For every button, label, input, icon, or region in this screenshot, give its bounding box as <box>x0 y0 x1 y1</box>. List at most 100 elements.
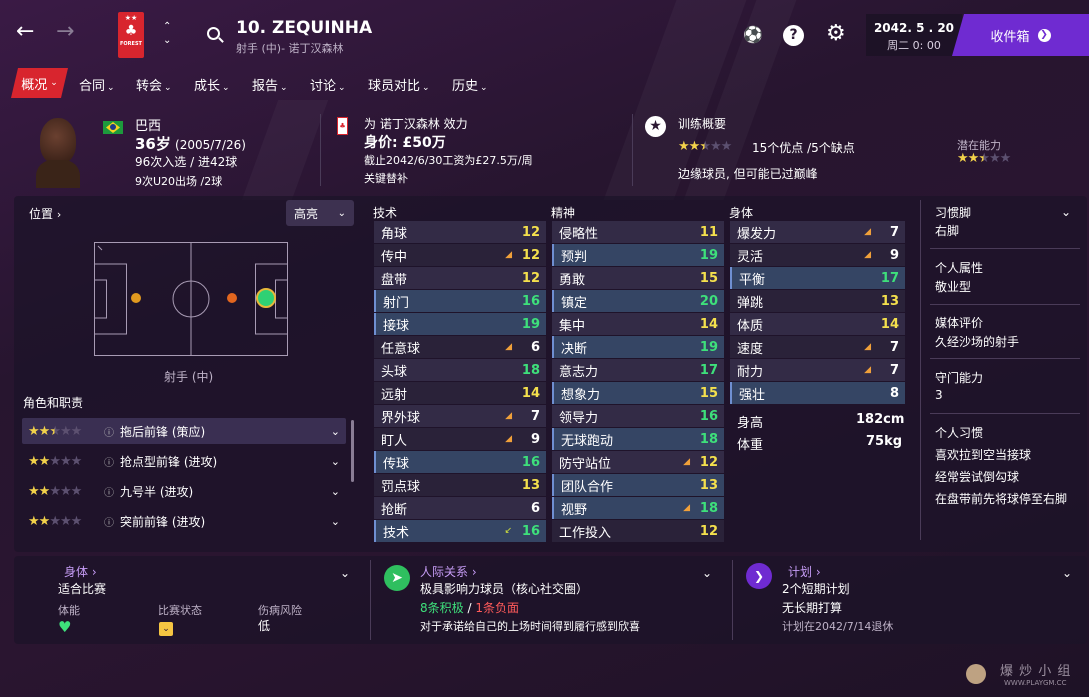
arrow-down-icon: ◢ <box>505 411 512 421</box>
roles-scrollbar[interactable] <box>351 420 354 482</box>
attribute-row[interactable]: 抢断 6 <box>374 497 546 519</box>
attribute-row[interactable]: 预判 19 <box>552 244 724 266</box>
attribute-row[interactable]: 视野 ◢ 18 <box>552 497 724 519</box>
role-stars: ★★★★★ <box>28 483 82 499</box>
divider <box>320 114 321 186</box>
attribute-row[interactable]: 头球 18 <box>374 359 546 381</box>
highlight-dropdown[interactable]: 高亮 ⌄ <box>286 200 354 226</box>
physical-title: 身体 <box>729 206 754 220</box>
attribute-row[interactable]: 灵活 ◢ 9 <box>730 244 905 266</box>
tab-overview[interactable]: 概况 ⌄ <box>11 68 68 98</box>
chevron-down-icon[interactable]: ⌄ <box>331 515 340 528</box>
player-switch-up-icon[interactable]: ⌃ <box>163 22 171 32</box>
role-item[interactable]: ★★★★★ ⓘ 九号半 (进攻) ⌄ <box>22 478 346 504</box>
position-label: 射手 (中) <box>164 370 214 384</box>
attribute-row[interactable]: 防守站位 ◢ 12 <box>552 451 724 473</box>
chevron-down-icon[interactable]: ⌄ <box>331 485 340 498</box>
club-mini-badge: ♣ <box>337 117 348 135</box>
attribute-name: 盯人 <box>381 433 408 449</box>
info-icon[interactable]: ⓘ <box>104 514 114 529</box>
body-value: 适合比赛 <box>58 582 107 596</box>
tab-reports[interactable]: 报告 ⌄ <box>252 75 288 94</box>
attribute-value: 17 <box>880 270 899 286</box>
attribute-row[interactable]: 罚点球 13 <box>374 474 546 496</box>
arrow-down-icon: ◢ <box>864 342 871 352</box>
date-box[interactable]: 2042. 5 . 20 周二 0: 00 <box>866 14 962 56</box>
chevron-down-icon[interactable]: ⌄ <box>331 425 340 438</box>
social-title[interactable]: 人际关系 › <box>420 563 477 580</box>
role-item[interactable]: ★★★★★ ⓘ 拖后前锋 (策应) ⌄ <box>22 418 346 444</box>
attribute-row[interactable]: 远射 14 <box>374 382 546 404</box>
settings-gear-icon[interactable]: ⚙ <box>826 22 846 46</box>
attribute-row[interactable]: 界外球 ◢ 7 <box>374 405 546 427</box>
trophy-icon[interactable]: ⚽ <box>743 25 763 44</box>
attribute-row[interactable]: 无球跑动 18 <box>552 428 724 450</box>
attribute-row[interactable]: 盘带 12 <box>374 267 546 289</box>
attribute-value: 7 <box>530 408 540 424</box>
attribute-row[interactable]: 勇敢 15 <box>552 267 724 289</box>
inbox-button[interactable]: 收件箱 ❯ <box>952 14 1089 56</box>
tab-transfer[interactable]: 转会 ⌄ <box>136 75 172 94</box>
tab-discuss[interactable]: 讨论 ⌄ <box>310 75 346 94</box>
position-title[interactable]: 位置 › <box>29 205 61 222</box>
attribute-row[interactable]: 平衡 17 <box>730 267 905 289</box>
info-icon[interactable]: ⓘ <box>104 454 114 469</box>
back-arrow-icon[interactable]: ← <box>16 21 34 43</box>
foot-title: 习惯脚 <box>935 206 972 220</box>
plan-title[interactable]: 计划 › <box>788 563 821 580</box>
attribute-row[interactable]: 团队合作 13 <box>552 474 724 496</box>
attribute-value: 9 <box>530 431 540 447</box>
attribute-row[interactable]: 任意球 ◢ 6 <box>374 336 546 358</box>
attribute-value: 12 <box>521 224 540 240</box>
attribute-value: 14 <box>880 316 899 332</box>
attribute-row[interactable]: 意志力 17 <box>552 359 724 381</box>
club-badge[interactable]: ★★ ♣ FOREST <box>118 12 144 58</box>
tab-compare[interactable]: 球员对比 ⌄ <box>368 75 430 94</box>
attribute-row[interactable]: 技术 ↙ 16 <box>374 520 546 542</box>
player-switch-down-icon[interactable]: ⌄ <box>163 36 171 46</box>
attribute-row[interactable]: 盯人 ◢ 9 <box>374 428 546 450</box>
attribute-value: 14 <box>521 385 540 401</box>
chevron-down-icon: ⌄ <box>337 207 346 219</box>
role-item[interactable]: ★★★★★ ⓘ 突前前锋 (进攻) ⌄ <box>22 508 346 534</box>
chevron-down-icon[interactable]: ⌄ <box>702 566 712 580</box>
info-icon[interactable]: ⓘ <box>104 424 114 439</box>
attribute-row[interactable]: 爆发力 ◢ 7 <box>730 221 905 243</box>
attribute-row[interactable]: 决断 19 <box>552 336 724 358</box>
attribute-row[interactable]: 传中 ◢ 12 <box>374 244 546 266</box>
attribute-row[interactable]: 耐力 ◢ 7 <box>730 359 905 381</box>
body-title[interactable]: 身体 › <box>64 563 97 580</box>
match-status-icon: ⌄ <box>159 622 173 636</box>
attribute-row[interactable]: 角球 12 <box>374 221 546 243</box>
attribute-row[interactable]: 集中 14 <box>552 313 724 335</box>
attribute-row[interactable]: 弹跳 13 <box>730 290 905 312</box>
role-item[interactable]: ★★★★★ ⓘ 抢点型前锋 (进攻) ⌄ <box>22 448 346 474</box>
attribute-row[interactable]: 想象力 15 <box>552 382 724 404</box>
tab-history[interactable]: 历史 ⌄ <box>452 75 488 94</box>
attribute-row[interactable]: 接球 19 <box>374 313 546 335</box>
attribute-row[interactable]: 侵略性 11 <box>552 221 724 243</box>
attribute-row[interactable]: 体质 14 <box>730 313 905 335</box>
attribute-row[interactable]: 镇定 20 <box>552 290 724 312</box>
chevron-down-icon[interactable]: ⌄ <box>1062 566 1072 580</box>
attribute-row[interactable]: 强壮 8 <box>730 382 905 404</box>
chevron-down-icon[interactable]: ⌄ <box>331 455 340 468</box>
chevron-down-icon[interactable]: ⌄ <box>340 566 350 580</box>
info-icon[interactable]: ⓘ <box>104 484 114 499</box>
attribute-value: 17 <box>699 362 718 378</box>
attribute-row[interactable]: 传球 16 <box>374 451 546 473</box>
attribute-row[interactable]: 射门 16 <box>374 290 546 312</box>
inbox-label: 收件箱 <box>990 29 1030 45</box>
attribute-row[interactable]: 领导力 16 <box>552 405 724 427</box>
attribute-row[interactable]: 工作投入 12 <box>552 520 724 542</box>
chevron-down-icon[interactable]: ⌄ <box>1061 205 1071 219</box>
help-icon[interactable]: ? <box>783 25 804 46</box>
attribute-name: 决断 <box>561 341 588 357</box>
tab-development[interactable]: 成长 ⌄ <box>194 75 230 94</box>
current-daytime: 周二 0: 00 <box>887 39 941 52</box>
tab-contract[interactable]: 合同 ⌄ <box>79 75 115 94</box>
forward-arrow-icon[interactable]: → <box>56 21 74 43</box>
player-subtitle: 射手 (中)- 诺丁汉森林 <box>236 42 344 55</box>
attribute-row[interactable]: 速度 ◢ 7 <box>730 336 905 358</box>
plan-chevron-icon[interactable]: ❯ <box>746 563 772 589</box>
